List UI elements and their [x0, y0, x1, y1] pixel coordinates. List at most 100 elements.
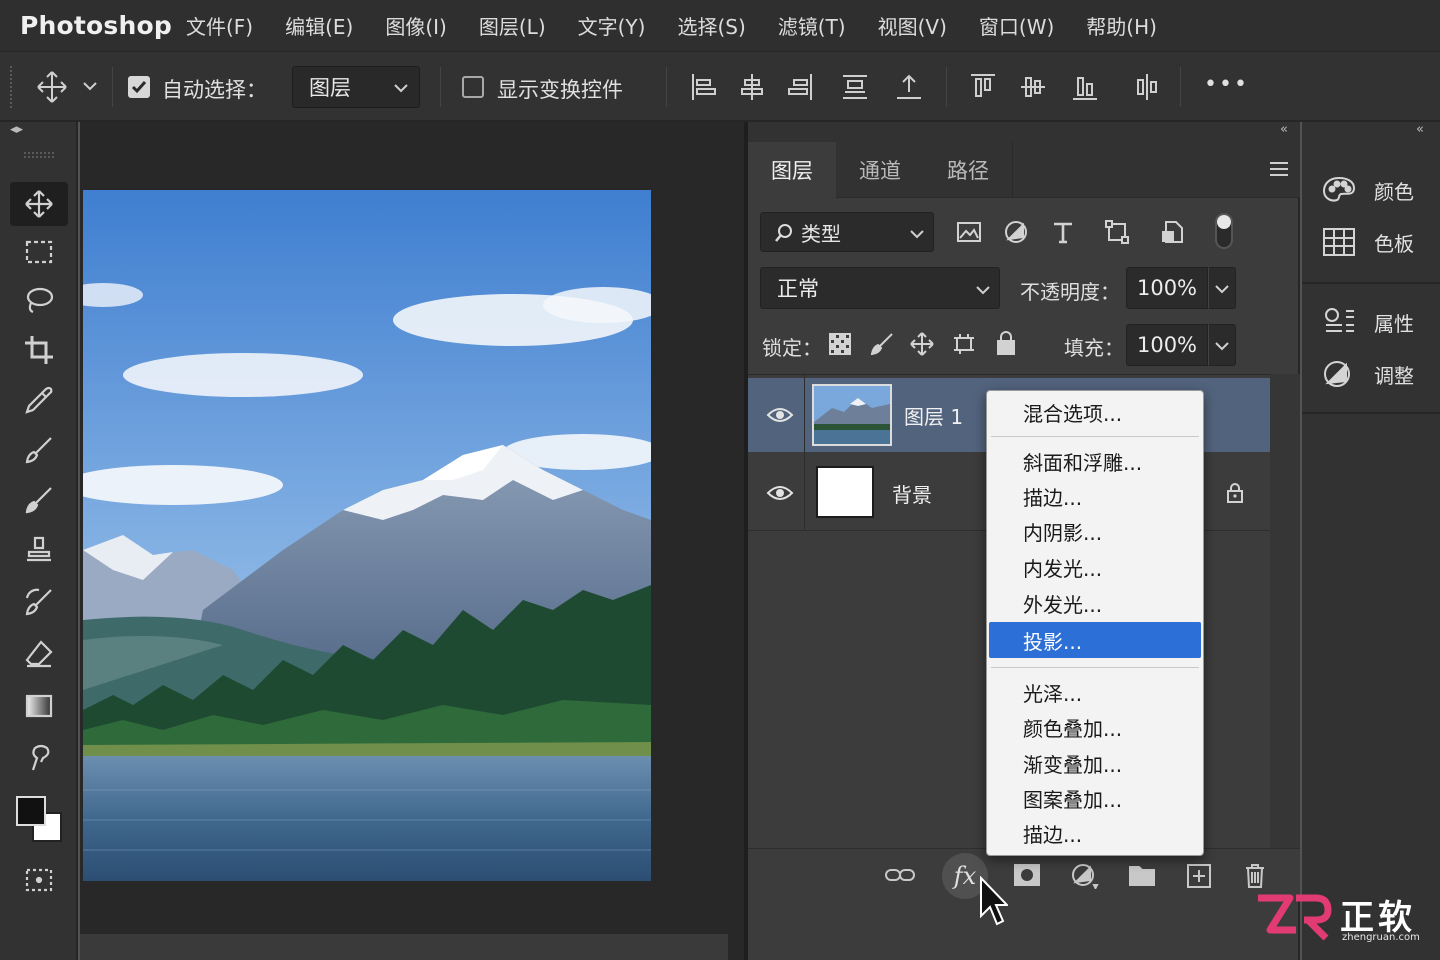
canvas-scrollbar[interactable] [80, 934, 728, 960]
tab-layers[interactable]: 图层 [748, 142, 836, 198]
clone-stamp-tool[interactable] [10, 528, 68, 572]
layer-filter-dropdown[interactable]: 类型 [760, 212, 934, 252]
opacity-input[interactable]: 100% [1126, 267, 1208, 309]
options-grip[interactable] [10, 66, 14, 108]
fill-input[interactable]: 100% [1126, 324, 1208, 366]
add-mask-icon[interactable] [1014, 863, 1040, 891]
lock-position-icon[interactable] [910, 332, 934, 360]
lock-artboard-icon[interactable] [952, 332, 976, 360]
marquee-tool[interactable] [10, 230, 68, 274]
menu-item-drop-shadow[interactable]: 投影... [989, 622, 1201, 658]
panel-collapse-icon[interactable]: « [1280, 122, 1288, 137]
align-vcenter-icon[interactable] [894, 72, 924, 106]
lock-all-icon[interactable] [994, 330, 1018, 360]
fill-dropdown-button[interactable] [1208, 324, 1236, 366]
move-tool[interactable] [10, 182, 68, 226]
menu-item-inner-shadow[interactable]: 内阴影... [989, 513, 1201, 549]
menu-window[interactable]: 窗口(W) [963, 11, 1070, 40]
menu-item-gradient-overlay[interactable]: 渐变叠加... [989, 745, 1201, 781]
brush-tool[interactable] [10, 478, 68, 522]
document-canvas[interactable] [83, 190, 651, 881]
menu-filter[interactable]: 滤镜(T) [762, 11, 862, 40]
gradient-tool[interactable] [10, 684, 68, 728]
filter-toggle-switch[interactable] [1214, 212, 1234, 254]
distribute-vcenter-icon[interactable] [1018, 72, 1048, 106]
show-transform-checkbox[interactable] [462, 76, 484, 98]
filter-adjustment-icon[interactable] [1003, 220, 1029, 248]
menu-item-bevel-emboss[interactable]: 斜面和浮雕... [989, 443, 1201, 479]
link-layers-icon[interactable] [884, 863, 916, 891]
distribute-bottom-icon[interactable] [1070, 72, 1100, 106]
layers-scrollbar[interactable] [1270, 374, 1300, 848]
app-title: Photoshop [20, 11, 172, 40]
filter-smart-object-icon[interactable] [1160, 220, 1186, 248]
eraser-tool[interactable] [10, 632, 68, 676]
toolbar-grip[interactable] [24, 152, 54, 158]
filter-shape-icon[interactable] [1104, 220, 1130, 248]
dock-item-properties[interactable]: 属性 [1322, 302, 1414, 342]
menu-edit[interactable]: 编辑(E) [269, 11, 369, 40]
filter-pixel-icon[interactable] [956, 220, 982, 248]
menu-layer[interactable]: 图层(L) [463, 11, 562, 40]
smudge-tool[interactable] [10, 736, 68, 780]
foreground-color-swatch[interactable] [16, 796, 46, 826]
auto-select-target-dropdown[interactable]: 图层 [292, 66, 420, 108]
menu-type[interactable]: 文字(Y) [562, 11, 662, 40]
dock-collapse-icon[interactable]: « [1416, 122, 1424, 137]
history-brush-tool[interactable] [10, 580, 68, 624]
more-options-button[interactable]: ••• [1204, 72, 1249, 97]
panel-menu-icon[interactable] [1268, 160, 1290, 182]
menu-image[interactable]: 图像(I) [369, 11, 463, 40]
dock-item-adjustments[interactable]: 调整 [1322, 354, 1414, 394]
layer-name[interactable]: 图层 1 [904, 401, 963, 430]
align-left-icon[interactable] [690, 72, 718, 106]
new-group-icon[interactable] [1128, 863, 1156, 891]
options-bar: 自动选择： 图层 显示变换控件 ••• [0, 52, 1440, 122]
menu-item-pattern-overlay[interactable]: 图案叠加... [989, 780, 1201, 816]
adjustment-layer-icon[interactable] [1070, 863, 1100, 893]
opacity-dropdown-button[interactable] [1208, 267, 1236, 309]
dock-item-swatches[interactable]: 色板 [1322, 222, 1414, 262]
menu-help[interactable]: 帮助(H) [1070, 11, 1173, 40]
lock-transparent-icon[interactable] [828, 332, 852, 360]
menu-separator [991, 436, 1199, 437]
eye-icon[interactable] [766, 405, 794, 425]
new-layer-icon[interactable] [1186, 863, 1212, 893]
tab-paths[interactable]: 路径 [924, 142, 1012, 198]
eyedropper-tool[interactable] [10, 378, 68, 422]
properties-icon [1325, 308, 1354, 332]
distribute-hcenter-icon[interactable] [1132, 72, 1162, 106]
blend-mode-dropdown[interactable]: 正常 [760, 267, 1000, 309]
toolbar: ◂▸ [0, 122, 78, 960]
menu-select[interactable]: 选择(S) [661, 11, 761, 40]
lasso-tool[interactable] [10, 278, 68, 322]
filter-type-icon[interactable] [1050, 220, 1076, 248]
quick-mask-tool[interactable] [10, 858, 68, 902]
menu-item-blending-options[interactable]: 混合选项... [989, 394, 1201, 430]
align-center-h-icon[interactable] [738, 72, 766, 106]
menu-item-outer-glow[interactable]: 外发光... [989, 585, 1201, 621]
tab-channels[interactable]: 通道 [836, 142, 924, 198]
crop-tool[interactable] [10, 328, 68, 372]
dock-item-color[interactable]: 颜色 [1322, 170, 1414, 210]
delete-layer-icon[interactable] [1244, 863, 1266, 893]
dock-separator [1302, 282, 1440, 284]
canvas-area[interactable] [80, 122, 744, 960]
move-tool-preset-icon[interactable] [36, 68, 100, 110]
align-top-icon[interactable] [840, 72, 870, 106]
align-right-icon[interactable] [786, 72, 814, 106]
distribute-top-icon[interactable] [968, 72, 998, 106]
menu-item-satin[interactable]: 光泽... [989, 674, 1201, 710]
menu-view[interactable]: 视图(V) [862, 11, 963, 40]
eye-icon[interactable] [766, 483, 794, 503]
menu-item-color-overlay[interactable]: 颜色叠加... [989, 709, 1201, 745]
toolbar-collapse-icon[interactable]: ◂▸ [10, 122, 23, 137]
menu-item-inner-glow[interactable]: 内发光... [989, 549, 1201, 585]
menu-item-stroke[interactable]: 描边... [989, 478, 1201, 514]
menu-item-stroke-2[interactable]: 描边... [989, 815, 1201, 851]
lock-pixels-icon[interactable] [870, 332, 894, 360]
healing-brush-tool[interactable] [10, 428, 68, 472]
layer-name[interactable]: 背景 [892, 479, 932, 508]
auto-select-checkbox[interactable] [128, 76, 150, 98]
menu-file[interactable]: 文件(F) [170, 11, 269, 40]
